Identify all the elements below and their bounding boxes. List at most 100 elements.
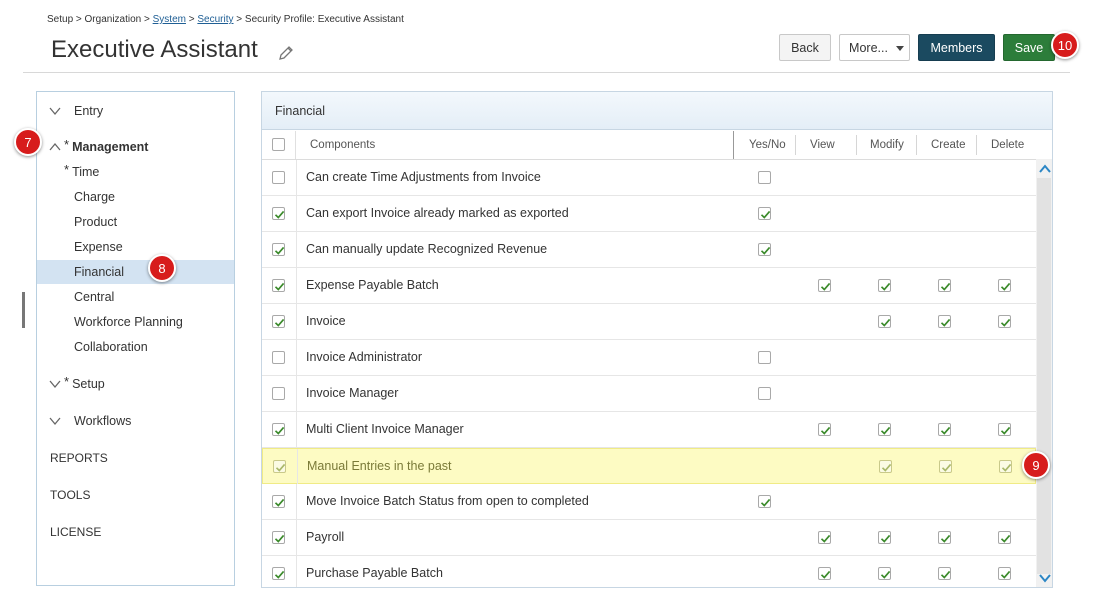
row-select-checkbox[interactable] [272,243,285,256]
page-scroll-indicator[interactable] [22,292,25,328]
create-checkbox[interactable] [938,315,951,328]
create-checkbox[interactable] [938,531,951,544]
row-select-cell [262,556,297,587]
row-select-checkbox[interactable] [272,531,285,544]
column-resize-handle[interactable] [733,131,734,159]
chevron-down-icon [49,107,61,116]
sidebar-item-product[interactable]: Product [37,210,234,234]
sidebar-item-label: Financial [74,265,125,279]
back-button[interactable]: Back [779,34,831,61]
modify-checkbox[interactable] [878,567,891,580]
sidebar-item-expense[interactable]: Expense [37,235,234,259]
sidebar-group-setup[interactable]: * Setup [37,372,234,396]
sidebar: Entry * Management * Time Charge Product E… [36,91,235,586]
sidebar-item-reports[interactable]: REPORTS [37,446,234,470]
panel-title: Financial [262,92,1052,130]
sidebar-group-entry[interactable]: Entry [37,99,234,123]
view-checkbox[interactable] [818,531,831,544]
view-checkbox[interactable] [818,279,831,292]
component-label: Multi Client Invoice Manager [306,422,464,436]
table-row: Can export Invoice already marked as exp… [262,196,1036,232]
yesno-checkbox[interactable] [758,207,771,220]
breadcrumb-current: > Security Profile: Executive Assistant [233,14,404,25]
modify-checkbox[interactable] [878,423,891,436]
row-select-checkbox[interactable] [272,351,285,364]
create-checkbox[interactable] [938,279,951,292]
row-select-cell [262,160,297,195]
row-select-checkbox[interactable] [272,171,285,184]
sidebar-item-charge[interactable]: Charge [37,185,234,209]
delete-checkbox[interactable] [998,423,1011,436]
sidebar-item-label: Workforce Planning [74,315,183,329]
column-header-components[interactable]: Components [310,131,375,159]
row-select-checkbox[interactable] [272,567,285,580]
component-label: Can export Invoice already marked as exp… [306,206,569,220]
sidebar-group-workflows[interactable]: Workflows [37,409,234,433]
view-checkbox[interactable] [818,423,831,436]
sidebar-item-workforce-planning[interactable]: Workforce Planning [37,310,234,334]
create-checkbox[interactable] [938,567,951,580]
table-row: Can manually update Recognized Revenue [262,232,1036,268]
scroll-down-icon[interactable] [1039,573,1051,583]
row-select-checkbox[interactable] [272,495,285,508]
table-row: Manual Entries in the past [262,448,1036,484]
yesno-checkbox[interactable] [758,495,771,508]
delete-checkbox[interactable] [998,315,1011,328]
modify-checkbox[interactable] [878,531,891,544]
component-label: Purchase Payable Batch [306,566,443,580]
row-select-checkbox[interactable] [272,423,285,436]
row-select-cell [262,196,297,231]
sidebar-item-central[interactable]: Central [37,285,234,309]
row-select-checkbox[interactable] [272,207,285,220]
breadcrumb-prefix: Setup > Organization > [47,14,153,25]
select-all-checkbox[interactable] [272,138,285,151]
sidebar-item-time[interactable]: * Time [37,160,234,184]
sidebar-item-collaboration[interactable]: Collaboration [37,335,234,359]
column-header-delete: Delete [991,139,1025,151]
row-select-checkbox[interactable] [273,460,286,473]
modify-checkbox[interactable] [878,315,891,328]
delete-checkbox[interactable] [999,460,1012,473]
modify-checkbox[interactable] [879,460,892,473]
component-label: Can manually update Recognized Revenue [306,242,548,256]
view-checkbox[interactable] [818,567,831,580]
sidebar-item-tools[interactable]: TOOLS [37,483,234,507]
table-row: Purchase Payable Batch [262,556,1036,587]
save-button[interactable]: Save [1003,34,1055,61]
breadcrumb-link-security[interactable]: Security [197,14,233,25]
create-checkbox[interactable] [938,423,951,436]
row-select-checkbox[interactable] [272,315,285,328]
delete-checkbox[interactable] [998,279,1011,292]
modify-checkbox[interactable] [878,279,891,292]
sidebar-item-license[interactable]: LICENSE [37,520,234,544]
edit-pencil-icon[interactable] [277,44,295,62]
table-header: Components Yes/No View Modify Create Del… [262,131,1052,160]
create-checkbox[interactable] [939,460,952,473]
yesno-checkbox[interactable] [758,243,771,256]
sidebar-item-label: Charge [74,190,115,204]
callout-badge-8: 8 [148,254,176,282]
sidebar-item-financial[interactable]: Financial [37,260,234,284]
scroll-up-icon[interactable] [1039,164,1051,174]
sidebar-item-label: Collaboration [74,340,148,354]
row-select-checkbox[interactable] [272,279,285,292]
callout-badge-7: 7 [14,128,42,156]
members-button[interactable]: Members [918,34,995,61]
more-dropdown-button[interactable]: More... [839,34,910,61]
chevron-up-icon [49,142,61,151]
yesno-checkbox[interactable] [758,171,771,184]
component-label: Invoice Administrator [306,350,423,364]
yesno-checkbox[interactable] [758,387,771,400]
sidebar-setup-label: Setup [72,377,105,391]
table-row: Multi Client Invoice Manager [262,412,1036,448]
scrollbar-thumb[interactable] [1037,178,1051,574]
table-row: Expense Payable Batch [262,268,1036,304]
yesno-checkbox[interactable] [758,351,771,364]
delete-checkbox[interactable] [998,531,1011,544]
row-select-checkbox[interactable] [272,387,285,400]
breadcrumb: Setup > Organization > System > Security… [47,14,404,25]
sidebar-group-management[interactable]: * Management [37,135,234,159]
sidebar-entry-label: Entry [74,104,104,118]
delete-checkbox[interactable] [998,567,1011,580]
breadcrumb-link-system[interactable]: System [153,14,186,25]
